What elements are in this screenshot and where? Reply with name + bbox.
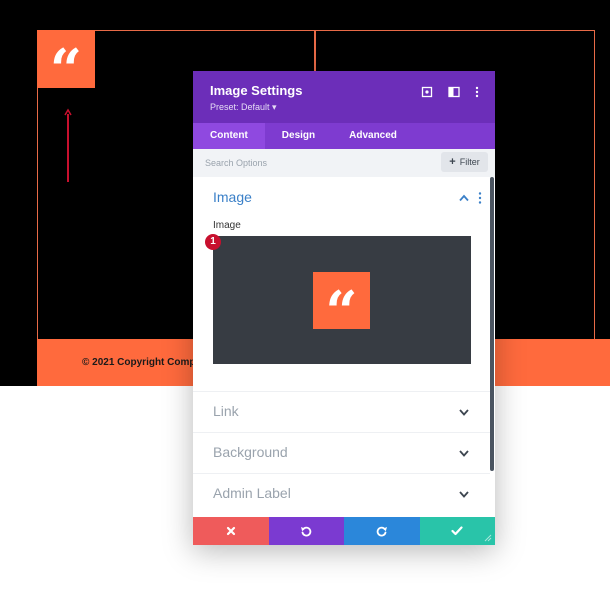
search-bar: + Filter [193, 149, 495, 177]
filter-button[interactable]: + Filter [441, 152, 488, 172]
target-icon[interactable] [420, 85, 434, 99]
arrow-up-icon [64, 108, 72, 182]
quote-image-tile[interactable]: “ [37, 30, 95, 98]
quote-icon: “ [49, 37, 83, 103]
redo-button[interactable] [344, 517, 420, 545]
modal-footer [193, 517, 495, 545]
chevron-down-icon [459, 409, 469, 416]
check-icon [451, 526, 463, 536]
image-upload-preview[interactable]: “ [213, 236, 471, 364]
tab-content[interactable]: Content [193, 123, 265, 149]
section-label: Background [213, 444, 288, 460]
section-label: Admin Label [213, 485, 291, 501]
scrollbar[interactable] [490, 177, 494, 471]
step-badge: 1 [205, 234, 221, 250]
split-view-icon[interactable] [447, 85, 461, 99]
redo-icon [376, 526, 387, 537]
search-input[interactable] [205, 154, 425, 172]
modal-header[interactable]: Image Settings Preset: Default ▾ [193, 71, 495, 123]
more-vertical-icon[interactable] [478, 192, 482, 204]
cancel-button[interactable] [193, 517, 269, 545]
section-title-image[interactable]: Image [213, 189, 252, 205]
save-button[interactable] [419, 517, 495, 545]
undo-icon [301, 526, 312, 537]
section-admin-label[interactable]: Admin Label [193, 473, 490, 513]
modal-body: Image Image “ 1 Link Background Admin La… [193, 177, 495, 518]
close-icon [226, 526, 235, 536]
tab-design[interactable]: Design [265, 123, 332, 149]
preview-quote-tile: “ [313, 272, 370, 340]
plus-icon: + [449, 156, 456, 168]
undo-button[interactable] [268, 517, 344, 545]
section-label: Link [213, 403, 239, 419]
filter-label: Filter [459, 157, 480, 167]
quote-icon: “ [325, 278, 358, 345]
chevron-up-icon[interactable] [459, 194, 469, 202]
modal-title: Image Settings [210, 83, 303, 98]
chevron-down-icon [459, 450, 469, 457]
more-vertical-icon[interactable] [470, 85, 484, 99]
section-background[interactable]: Background [193, 432, 490, 472]
tab-bar: Content Design Advanced [193, 123, 495, 149]
image-field-label: Image [213, 220, 241, 231]
section-link[interactable]: Link [193, 391, 490, 431]
copyright-text: © 2021 Copyright Comp [82, 357, 196, 368]
preset-selector[interactable]: Preset: Default ▾ [210, 102, 277, 113]
tab-advanced[interactable]: Advanced [332, 123, 414, 149]
chevron-down-icon [459, 491, 469, 498]
image-settings-modal: Image Settings Preset: Default ▾ Content… [193, 71, 495, 545]
resize-handle-icon[interactable] [482, 532, 492, 542]
